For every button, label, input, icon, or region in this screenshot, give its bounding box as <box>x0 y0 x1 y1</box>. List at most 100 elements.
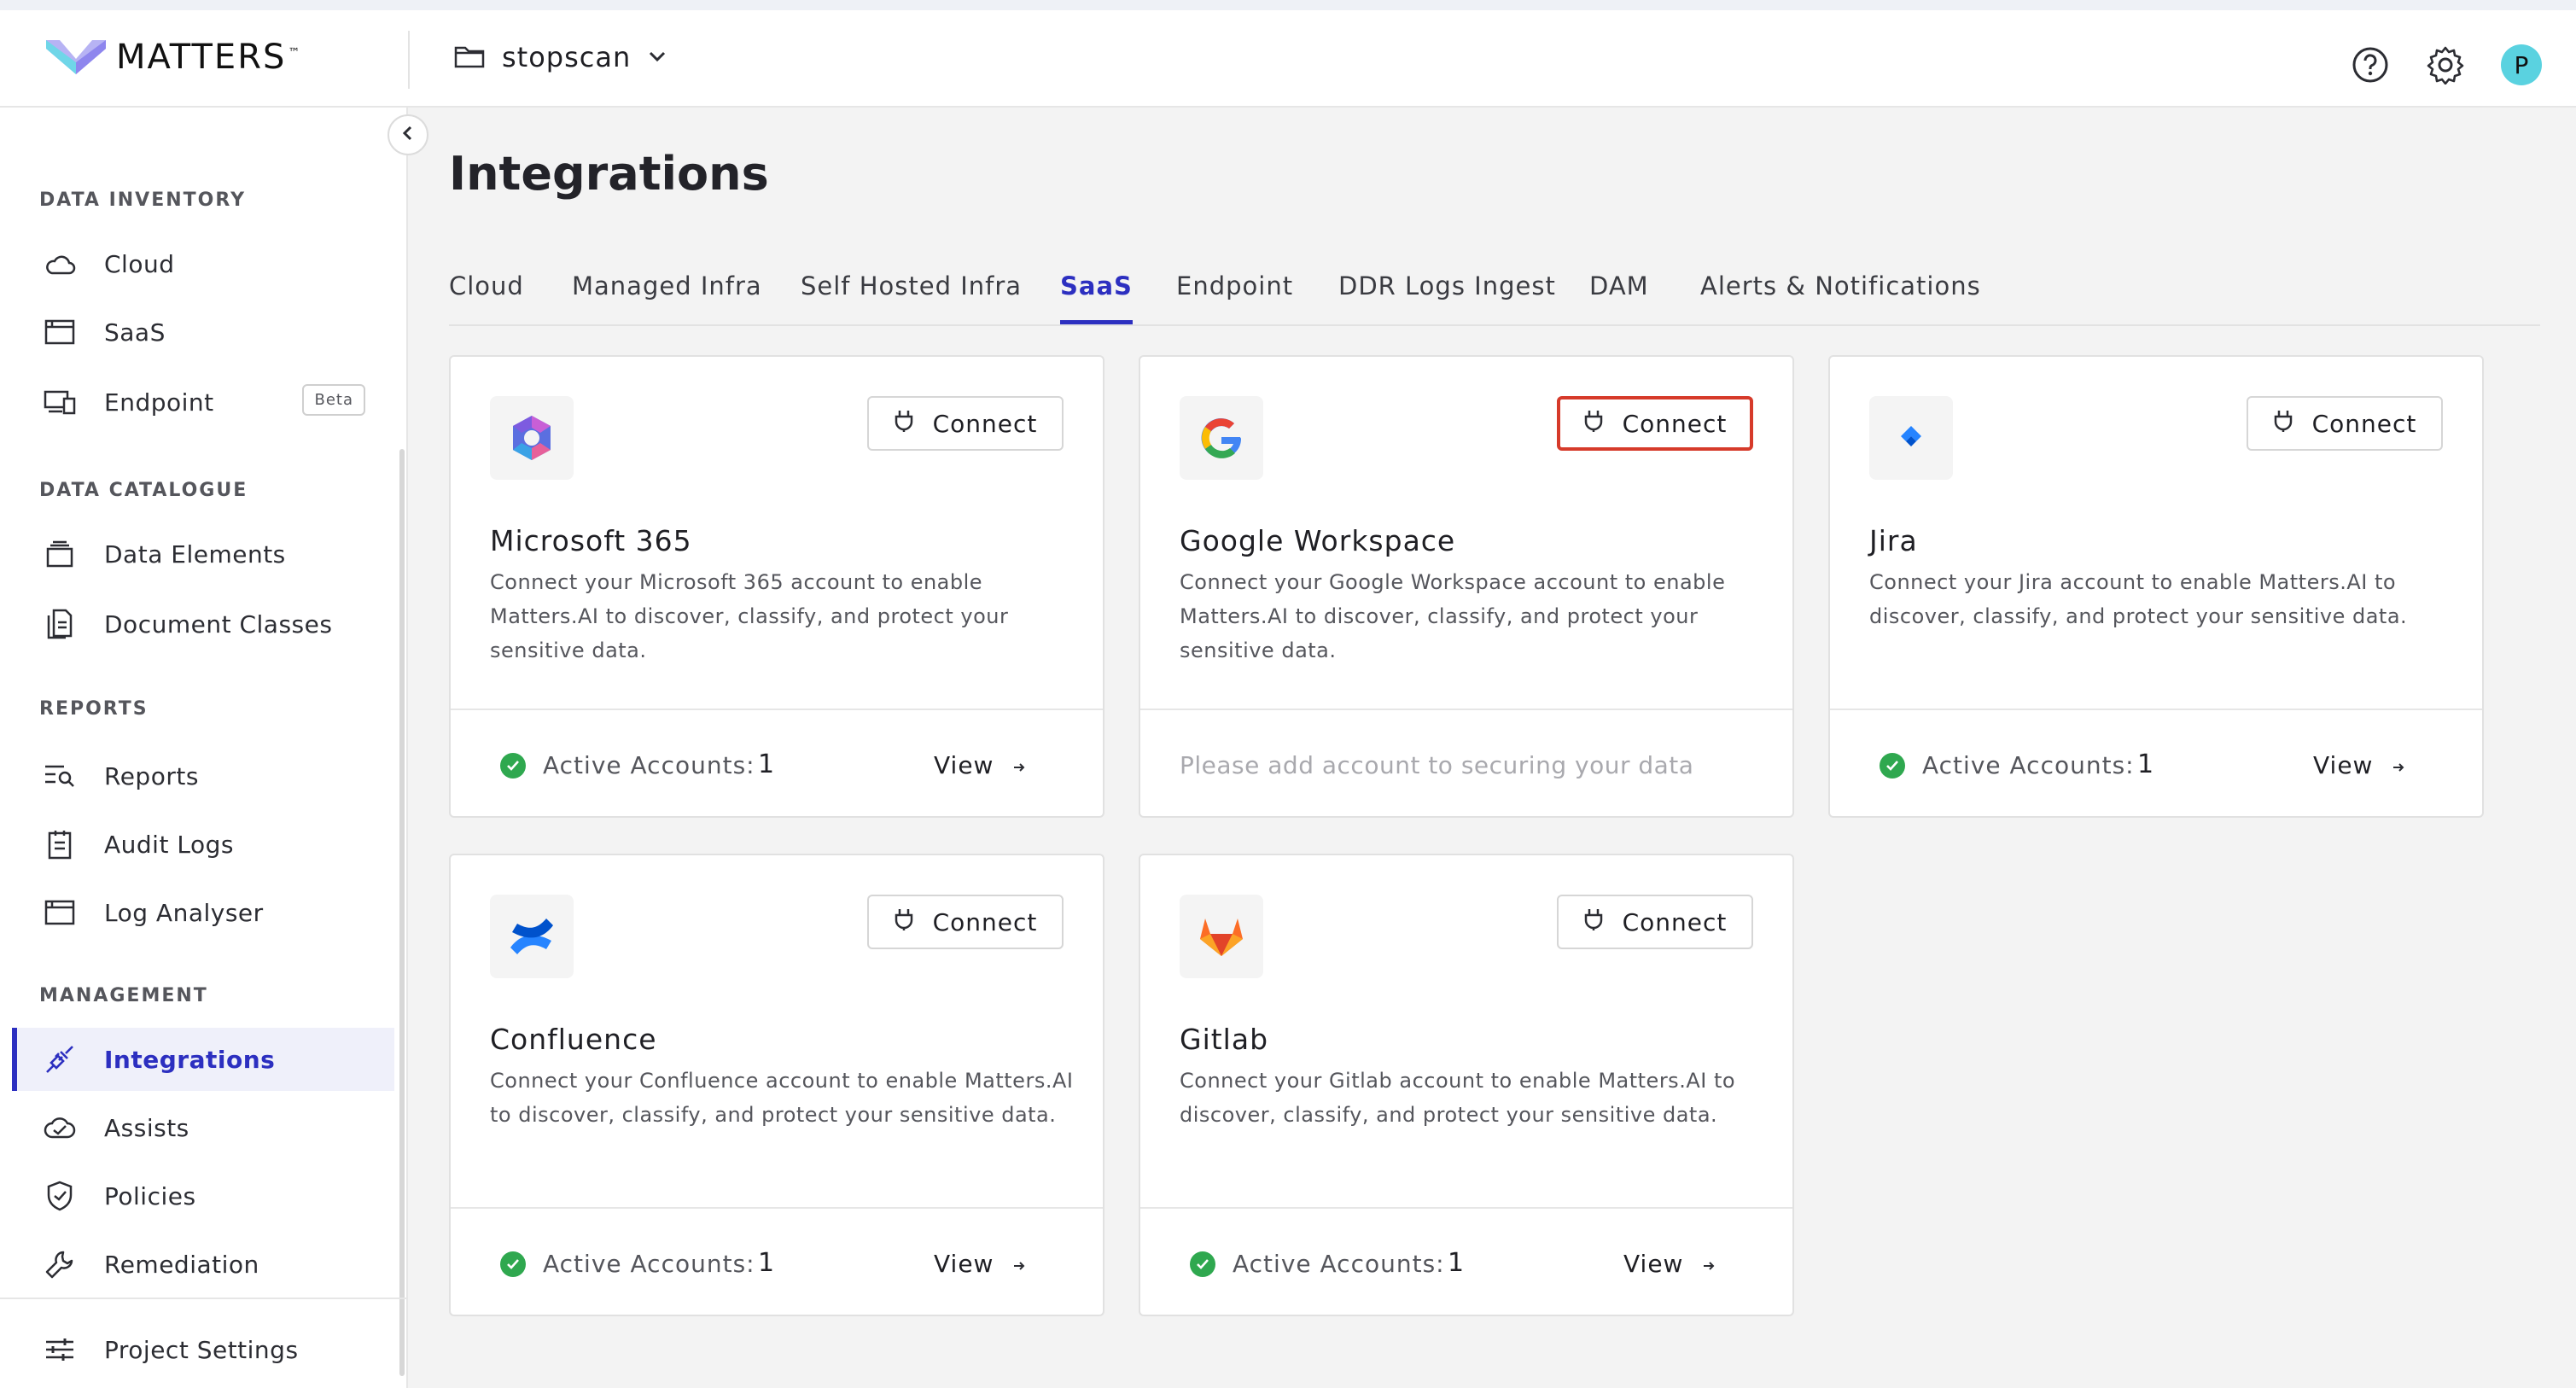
arrow-right-icon <box>2392 751 2405 779</box>
card-description: Connect your Gitlab account to enable Ma… <box>1180 1069 1736 1127</box>
jira-logo <box>1869 396 1953 480</box>
sidebar-item-log-analyser[interactable]: Log Analyser <box>12 881 394 944</box>
settings-gear-icon[interactable] <box>2426 45 2465 85</box>
shield-icon <box>43 1179 77 1213</box>
sidebar-item-audit-logs[interactable]: Audit Logs <box>12 813 394 876</box>
active-accounts-label: Active Accounts: <box>543 1250 755 1278</box>
sidebar-scrollbar[interactable] <box>399 449 405 1376</box>
tab-cloud[interactable]: Cloud <box>449 271 524 324</box>
page-title: Integrations <box>449 147 769 201</box>
gitlab-logo <box>1180 895 1263 978</box>
window-icon <box>43 315 77 349</box>
card-description: Connect your Jira account to enable Matt… <box>1869 570 2408 628</box>
sidebar-item-document-classes[interactable]: Document Classes <box>12 592 394 656</box>
check-circle-icon <box>500 753 526 779</box>
google-logo <box>1180 396 1263 480</box>
sidebar-item-remediation[interactable]: Remediation <box>12 1233 394 1296</box>
tab-self-hosted-infra[interactable]: Self Hosted Infra <box>801 271 1022 324</box>
connect-button[interactable]: Connect <box>1557 895 1753 949</box>
card-footer: Active Accounts: 1 View <box>451 1209 1103 1316</box>
brand-logo[interactable]: MATTERS ™ <box>44 36 301 79</box>
active-accounts-count: 1 <box>1448 1248 1465 1278</box>
section-title-management: MANAGEMENT <box>39 985 208 1006</box>
connect-button[interactable]: Connect <box>2247 396 2443 451</box>
tab-alerts-notifications[interactable]: Alerts & Notifications <box>1700 271 1981 324</box>
cloud-icon <box>43 247 77 281</box>
connect-button[interactable]: Connect <box>1557 396 1753 451</box>
brand-name: MATTERS ™ <box>116 38 302 77</box>
arrow-right-icon <box>1702 1250 1716 1278</box>
card-footer: Active Accounts: 1 View <box>1830 710 2482 818</box>
sidebar-item-policies[interactable]: Policies <box>12 1164 394 1228</box>
sidebar-item-cloud[interactable]: Cloud <box>12 232 394 295</box>
sidebar-item-data-elements[interactable]: Data Elements <box>12 522 394 586</box>
view-link[interactable]: View <box>2313 751 2405 779</box>
integration-card-jira: Connect Jira Connect your Jira account t… <box>1828 355 2484 818</box>
connect-button[interactable]: Connect <box>867 895 1064 949</box>
arrow-right-icon <box>1012 751 1026 779</box>
chevron-down-icon <box>648 50 667 66</box>
sidebar-item-integrations[interactable]: Integrations <box>12 1028 394 1091</box>
devices-icon <box>43 385 77 419</box>
tab-endpoint[interactable]: Endpoint <box>1176 271 1293 324</box>
integration-card-gitlab: Connect Gitlab Connect your Gitlab accou… <box>1139 854 1794 1316</box>
active-accounts-count: 1 <box>758 749 775 779</box>
section-title-reports: REPORTS <box>39 698 149 720</box>
check-circle-icon <box>500 1251 526 1277</box>
sidebar-item-reports[interactable]: Reports <box>12 744 394 808</box>
tab-saas[interactable]: SaaS <box>1060 271 1133 324</box>
connect-button[interactable]: Connect <box>867 396 1064 451</box>
help-icon[interactable] <box>2351 45 2390 85</box>
empty-accounts-note: Please add account to securing your data <box>1180 751 1694 779</box>
card-description: Connect your Google Workspace account to… <box>1180 570 1726 662</box>
card-footer: Active Accounts: 1 View <box>1140 1209 1792 1316</box>
card-footer: Please add account to securing your data <box>1140 710 1792 818</box>
sidebar: DATA INVENTORY Cloud SaaS Endpoint Beta … <box>0 108 408 1388</box>
sidebar-collapse-button[interactable] <box>388 114 428 155</box>
card-title: Jira <box>1869 524 1918 557</box>
integration-card-microsoft-365: Connect Microsoft 365 Connect your Micro… <box>449 355 1104 818</box>
sidebar-item-assists[interactable]: Assists <box>12 1096 394 1159</box>
document-icon <box>43 607 77 641</box>
top-bar: MATTERS ™ stopscan P <box>0 0 2576 108</box>
microsoft-365-logo <box>490 396 574 480</box>
project-selector[interactable]: stopscan <box>454 36 667 79</box>
folder-icon <box>454 43 485 72</box>
sidebar-item-project-settings[interactable]: Project Settings <box>12 1318 394 1381</box>
active-accounts-label: Active Accounts: <box>543 751 755 779</box>
section-title-data-inventory: DATA INVENTORY <box>39 190 247 211</box>
arrow-right-icon <box>1012 1250 1026 1278</box>
active-accounts-label: Active Accounts: <box>1922 751 2135 779</box>
plug-icon <box>1583 409 1604 439</box>
card-title: Google Workspace <box>1180 524 1456 557</box>
section-title-data-catalogue: DATA CATALOGUE <box>39 480 248 501</box>
active-accounts-count: 1 <box>758 1248 775 1278</box>
check-circle-icon <box>1880 753 1905 779</box>
tab-dam[interactable]: DAM <box>1589 271 1649 324</box>
card-title: Microsoft 365 <box>490 524 692 557</box>
clipboard-icon <box>43 827 77 861</box>
user-avatar[interactable]: P <box>2501 44 2542 85</box>
card-footer: Active Accounts: 1 View <box>451 710 1103 818</box>
sidebar-item-endpoint[interactable]: Endpoint Beta <box>12 370 394 434</box>
card-title: Confluence <box>490 1023 657 1056</box>
sidebar-item-saas[interactable]: SaaS <box>12 300 394 364</box>
active-accounts-label: Active Accounts: <box>1233 1250 1445 1278</box>
plug-icon <box>894 907 914 937</box>
check-circle-icon <box>1190 1251 1215 1277</box>
report-search-icon <box>43 759 77 793</box>
card-description: Connect your Confluence account to enabl… <box>490 1069 1074 1127</box>
window-icon <box>43 895 77 930</box>
integration-card-confluence: Connect Confluence Connect your Confluen… <box>449 854 1104 1316</box>
view-link[interactable]: View <box>1623 1250 1716 1278</box>
tab-ddr-logs-ingest[interactable]: DDR Logs Ingest <box>1338 271 1556 324</box>
beta-badge: Beta <box>302 384 365 416</box>
tab-managed-infra[interactable]: Managed Infra <box>572 271 762 324</box>
view-link[interactable]: View <box>934 751 1026 779</box>
integration-card-google-workspace: Connect Google Workspace Connect your Go… <box>1139 355 1794 818</box>
assist-icon <box>43 1111 77 1145</box>
plug-icon <box>1583 907 1604 937</box>
card-title: Gitlab <box>1180 1023 1269 1056</box>
top-divider <box>408 31 410 89</box>
view-link[interactable]: View <box>934 1250 1026 1278</box>
